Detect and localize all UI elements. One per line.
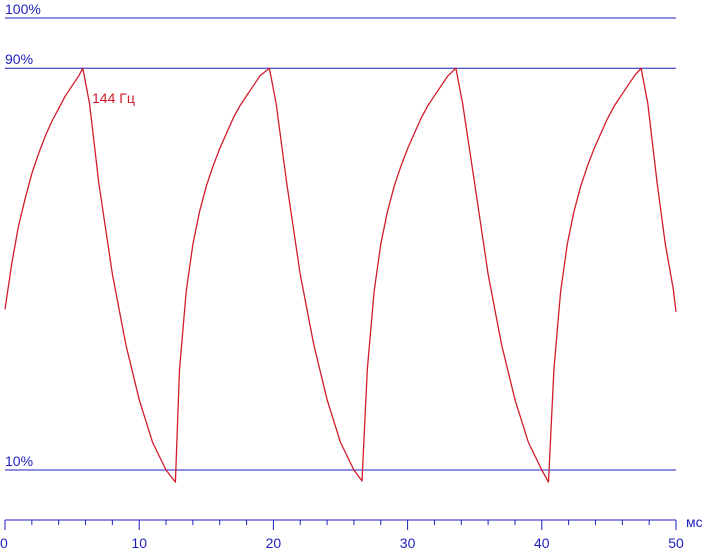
x-axis-unit-label: мс — [686, 514, 703, 530]
series-layer — [4, 67, 677, 483]
x-tick-label: 40 — [534, 535, 550, 549]
x-tick-label: 0 — [0, 535, 8, 549]
x-tick-label: 50 — [668, 535, 684, 549]
x-axis: 0 10 20 30 40 50 — [0, 519, 684, 549]
reference-label-100: 100% — [5, 1, 41, 17]
reference-label-90: 90% — [5, 51, 33, 67]
reference-lines: 100% 90% 10% — [5, 1, 676, 471]
response-time-chart: 100% 90% 10% 144 Гц 0 10 20 30 40 50 мс — [0, 1, 703, 549]
series-line — [4, 67, 677, 483]
x-tick-label: 10 — [131, 535, 147, 549]
x-tick-label: 20 — [266, 535, 282, 549]
x-tick-label: 30 — [400, 535, 416, 549]
reference-label-10: 10% — [5, 453, 33, 469]
series-label: 144 Гц — [92, 90, 135, 106]
